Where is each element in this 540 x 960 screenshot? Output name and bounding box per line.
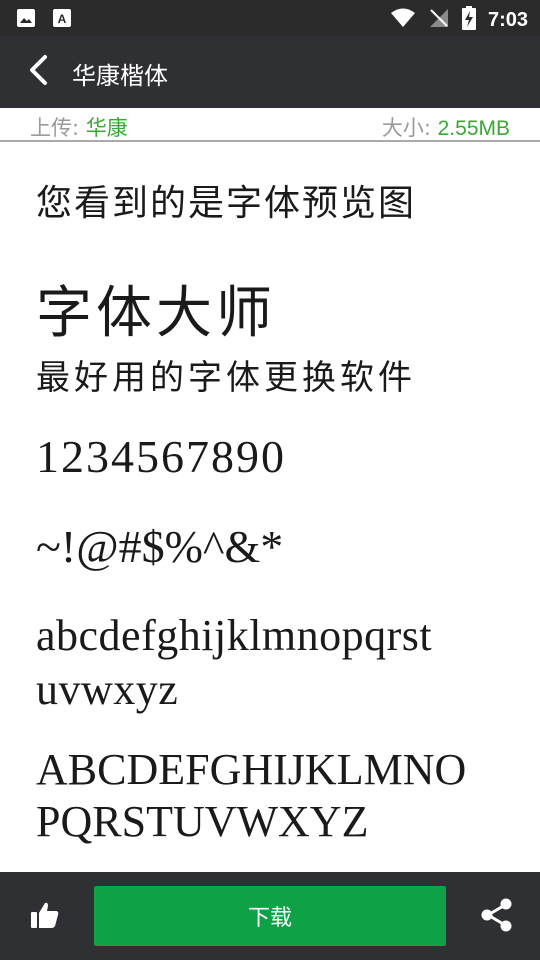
chevron-left-icon [27,54,49,90]
status-left-icons: A [16,8,72,32]
bottom-bar: 下载 [0,872,540,960]
preview-line: 字体大师 [36,281,276,346]
signal-icon [428,7,450,33]
share-icon [479,897,515,937]
app-bar: 华康楷体 [0,36,540,108]
wifi-icon [390,7,416,33]
preview-line: ~!@#$%^&* [36,521,284,572]
uploader-value: 华康 [85,116,128,140]
like-button[interactable] [24,896,66,938]
preview-line: uvwxyz [36,665,179,714]
preview-line: PQRSTUVWXYZ [36,797,369,846]
font-info-row: 上传: 华康 大小: 2.55MB [0,108,540,142]
uploader-label: 上传: [30,116,86,140]
thumbs-up-icon [29,899,61,935]
font-app-icon: A [52,8,72,32]
status-right-icons: 7:03 [390,6,528,34]
svg-text:A: A [58,12,67,26]
battery-charging-icon [461,6,476,34]
status-bar: A 7:03 [0,0,540,36]
size-info: 大小: 2.55MB [382,112,510,142]
download-button[interactable]: 下载 [94,886,446,946]
size-label: 大小: [381,116,438,140]
page-title: 华康楷体 [72,62,168,90]
back-button[interactable] [18,52,58,92]
uploader-info: 上传: 华康 [30,112,128,142]
size-value: 2.55MB [437,117,510,140]
preview-line: 1234567890 [36,431,286,482]
font-preview: 您看到的是字体预览图 字体大师 最好用的字体更换软件 1234567890 ~!… [0,144,540,872]
preview-line: ABCDEFGHIJKLMNO [36,745,467,794]
preview-line: abcdefghijklmnopqrst [36,611,433,660]
share-button[interactable] [476,896,518,938]
status-time: 7:03 [487,8,528,31]
preview-line: 最好用的字体更换软件 [36,358,416,398]
preview-line: 您看到的是字体预览图 [36,183,417,224]
image-icon [16,8,36,32]
